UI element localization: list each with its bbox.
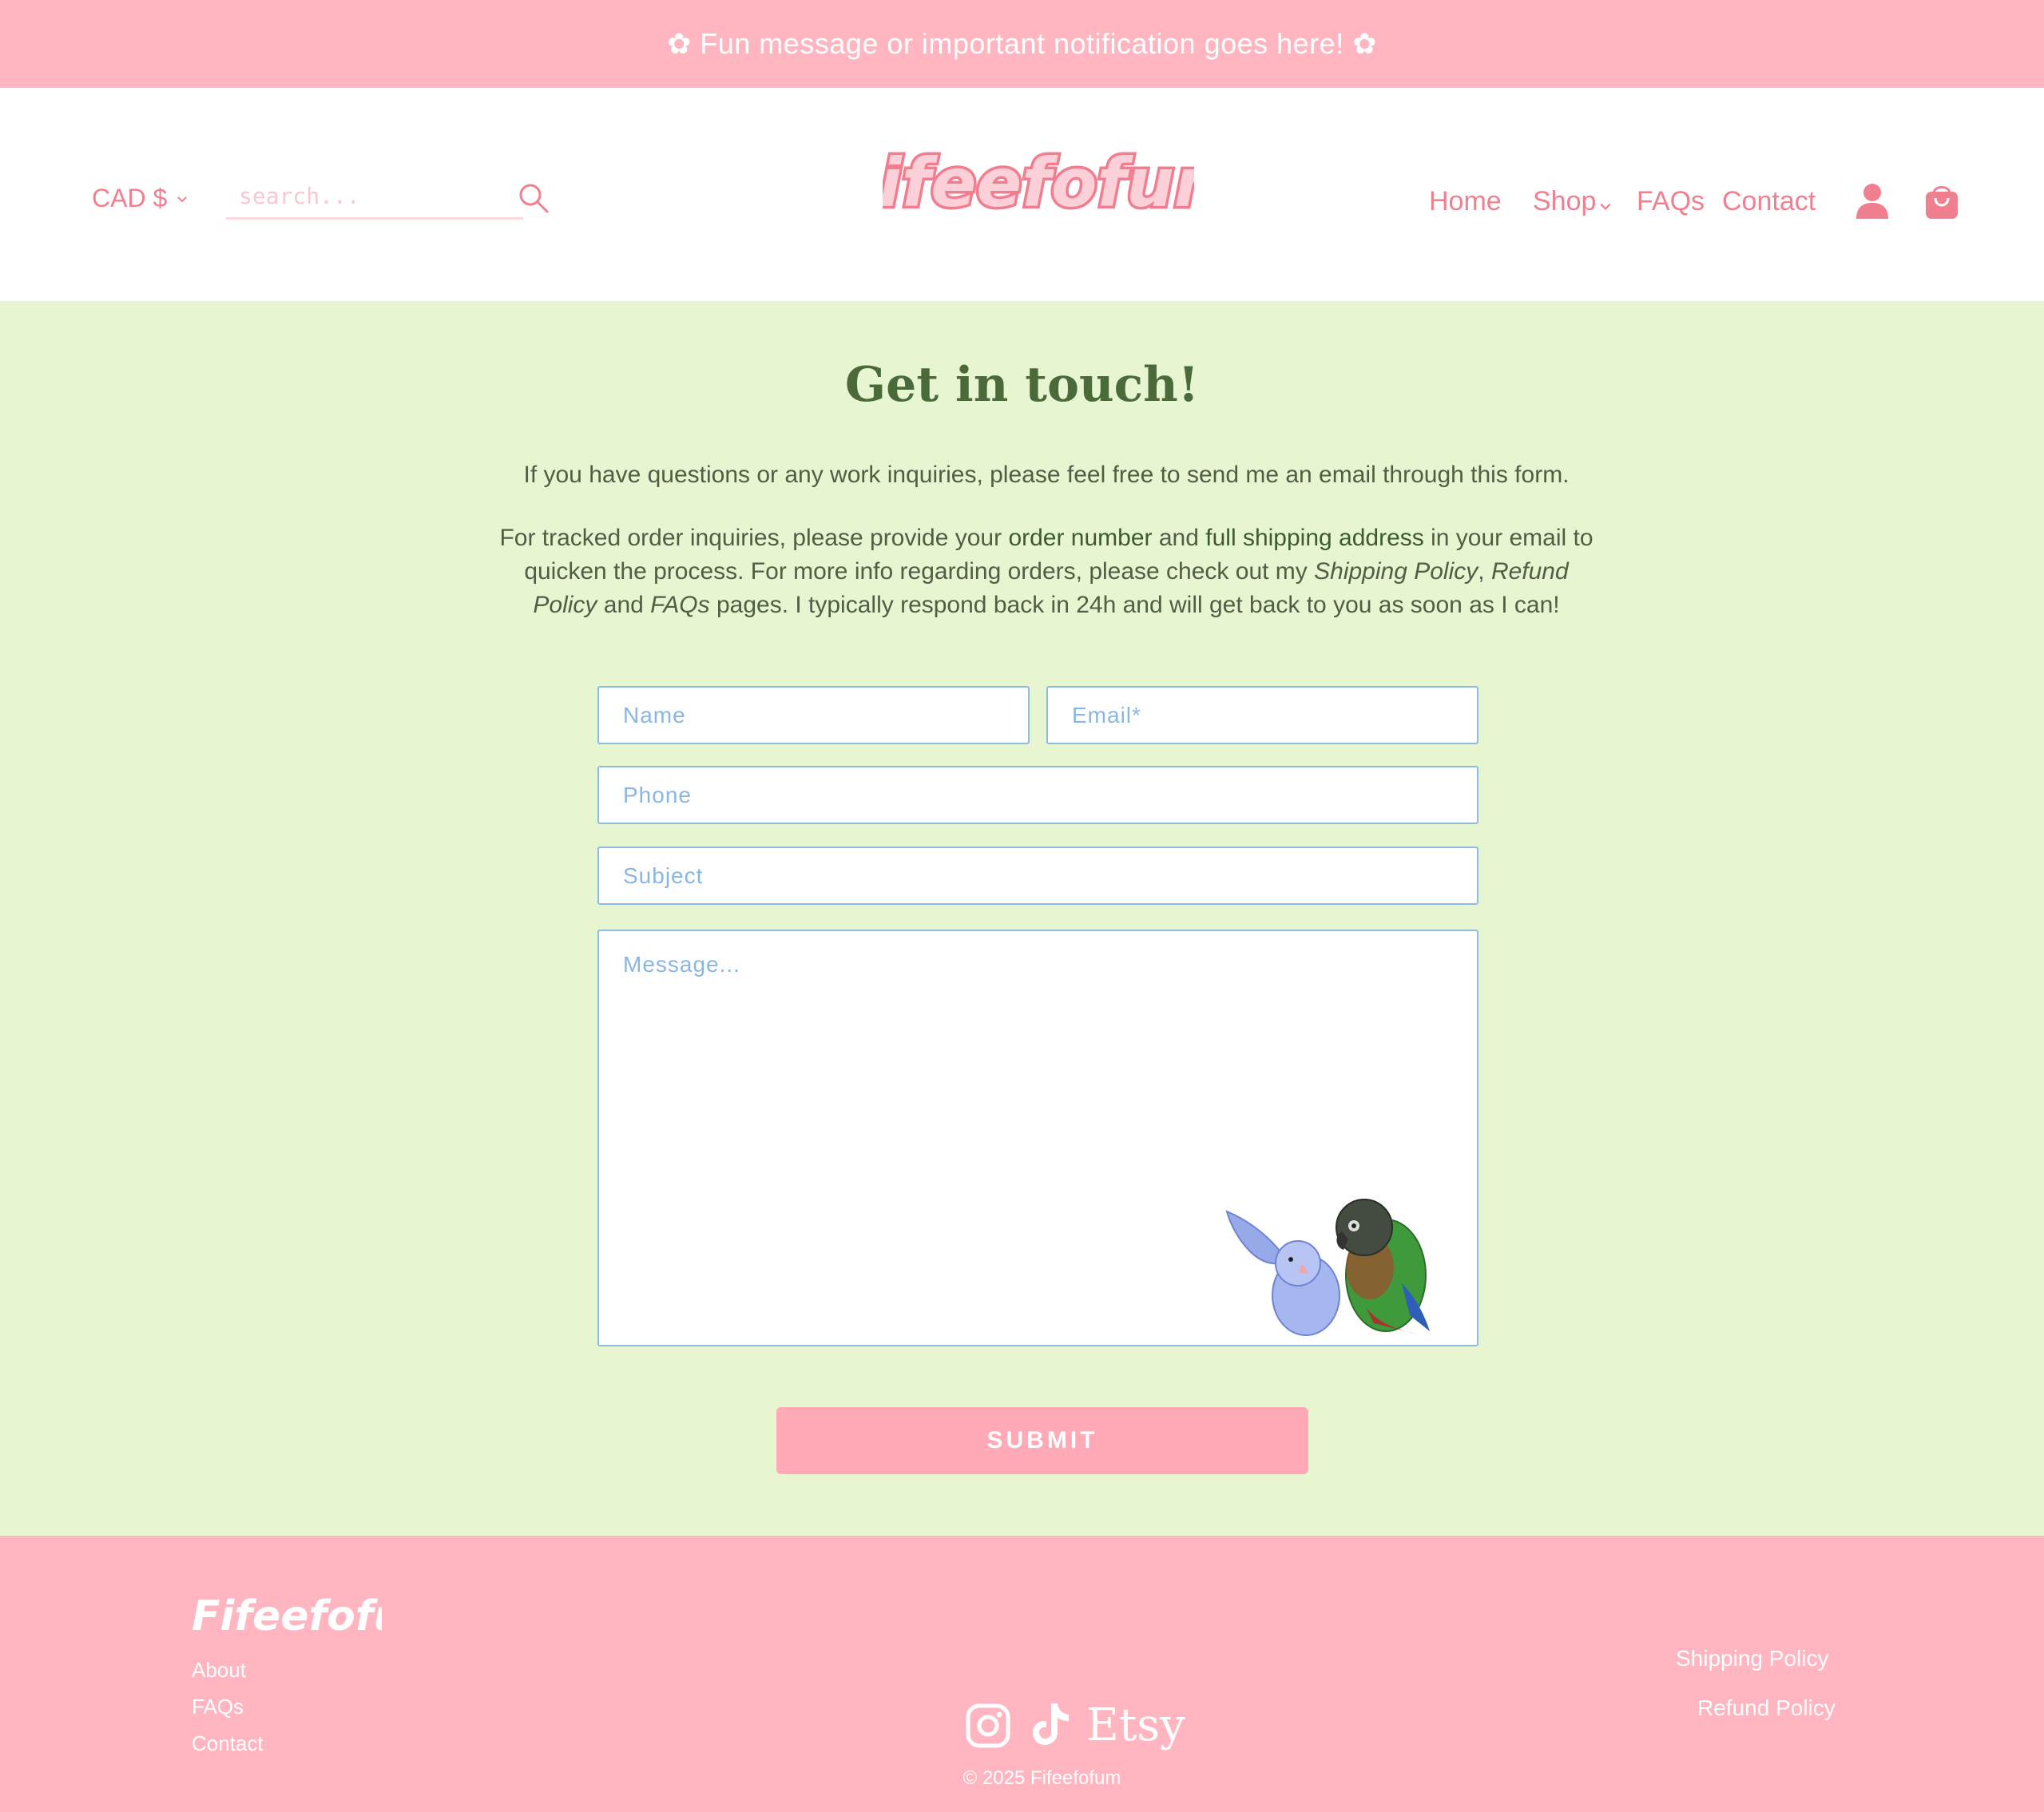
search-input[interactable] — [226, 176, 512, 216]
name-field[interactable]: Name — [597, 686, 1030, 744]
footer-link-refund-policy[interactable]: Refund Policy — [1697, 1695, 1836, 1721]
email-placeholder: Email* — [1072, 702, 1141, 728]
shipping-address-emphasis: full shipping address — [1205, 525, 1424, 551]
order-number-emphasis: order number — [1008, 525, 1153, 551]
shop-chevron-down-icon[interactable] — [1599, 200, 1612, 212]
site-header: CAD $ Fifeefofum Home Shop FAQs Contact — [0, 88, 2044, 301]
details-text-part: pages. I typically respond back in 24h a… — [709, 592, 1560, 618]
message-placeholder: Message... — [623, 952, 740, 977]
search-icon[interactable] — [518, 182, 550, 214]
currency-label: CAD $ — [92, 184, 168, 212]
details-text-part: and — [1152, 525, 1206, 551]
chevron-down-icon — [177, 196, 187, 202]
announcement-bar: ✿ Fun message or important notification … — [0, 0, 2044, 88]
details-text: For tracked order inquiries, please prov… — [495, 521, 1597, 622]
search-field — [226, 176, 523, 220]
page-title: Get in touch! — [844, 357, 1200, 413]
instagram-icon[interactable] — [966, 1703, 1010, 1748]
site-logo[interactable]: Fifeefofum — [883, 136, 1194, 232]
birds-illustration — [1225, 1199, 1430, 1336]
details-text-part: and — [597, 592, 651, 618]
tiktok-icon[interactable] — [1030, 1702, 1070, 1747]
etsy-link[interactable]: Etsy — [1086, 1699, 1185, 1751]
footer-logo[interactable]: Fifeefofum — [190, 1584, 382, 1647]
submit-button[interactable]: SUBMIT — [776, 1407, 1308, 1474]
phone-field[interactable]: Phone — [597, 766, 1478, 824]
contact-section: Get in touch! If you have questions or a… — [0, 301, 2044, 1536]
currency-selector[interactable]: CAD $ — [92, 184, 188, 213]
shipping-policy-ref: Shipping Policy — [1314, 558, 1478, 585]
details-text-part: For tracked order inquiries, please prov… — [499, 525, 1009, 551]
main-nav: Home Shop FAQs Contact — [0, 88, 2044, 216]
subject-field[interactable]: Subject — [597, 847, 1478, 905]
nav-home[interactable]: Home — [1429, 186, 1502, 217]
copyright-text: © 2025 Fifeefofum — [962, 1767, 1121, 1789]
email-field[interactable]: Email* — [1046, 686, 1478, 744]
subject-placeholder: Subject — [623, 862, 704, 888]
footer-link-about[interactable]: About — [192, 1658, 246, 1683]
svg-text:Fifeefofum: Fifeefofum — [883, 144, 1194, 222]
svg-text:Fifeefofum: Fifeefofum — [192, 1592, 382, 1640]
nav-shop[interactable]: Shop — [1533, 186, 1596, 217]
account-icon[interactable] — [1855, 182, 1890, 220]
nav-contact[interactable]: Contact — [1722, 186, 1816, 217]
faqs-ref: FAQs — [650, 592, 710, 618]
intro-text: If you have questions or any work inquir… — [523, 462, 1570, 488]
nav-faqs[interactable]: FAQs — [1637, 186, 1705, 217]
name-placeholder: Name — [623, 702, 686, 728]
footer-link-shipping-policy[interactable]: Shipping Policy — [1676, 1646, 1828, 1671]
site-footer: Fifeefofum About FAQs Contact Shipping P… — [0, 1536, 2044, 1812]
announcement-text: ✿ Fun message or important notification … — [667, 27, 1377, 60]
phone-placeholder: Phone — [623, 782, 692, 807]
footer-link-contact[interactable]: Contact — [192, 1731, 264, 1756]
details-text-part: , — [1478, 558, 1491, 585]
shopping-bag-icon[interactable] — [1923, 182, 1960, 220]
footer-link-faqs[interactable]: FAQs — [192, 1695, 244, 1719]
